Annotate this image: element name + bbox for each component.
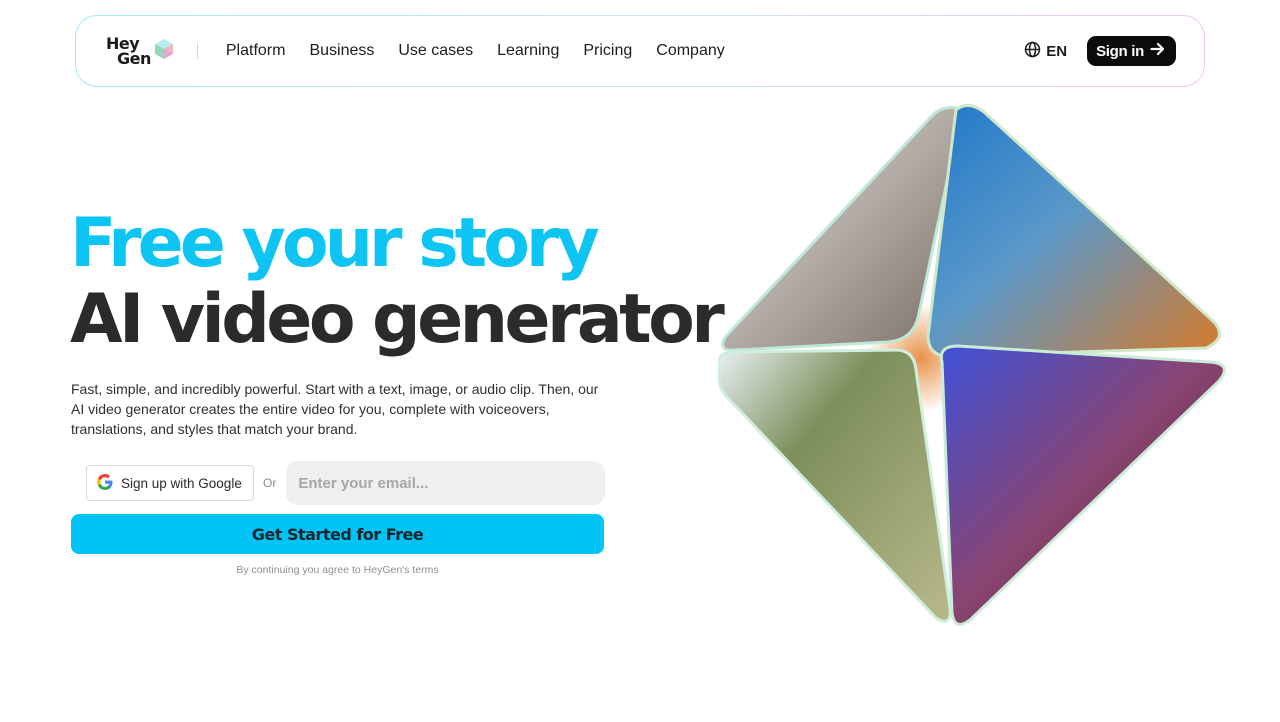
- nav-divider: [196, 43, 198, 59]
- hero-title-main: AI video generator: [70, 280, 725, 359]
- nav-link-company[interactable]: Company: [656, 42, 724, 60]
- hero-title: Free your story AI video generator: [70, 204, 725, 359]
- logo-text-line2: Gen: [117, 49, 151, 68]
- arrow-right-icon: [1150, 42, 1165, 60]
- globe-icon: [1024, 41, 1041, 62]
- header-nav-container: Hey Gen Platform Business Use cases Lear…: [75, 15, 1205, 87]
- hero-title-accent: Free your story: [70, 204, 600, 283]
- nav-link-business[interactable]: Business: [309, 42, 374, 60]
- email-input[interactable]: [286, 461, 606, 505]
- google-signup-button[interactable]: Sign up with Google: [86, 465, 254, 501]
- get-started-button[interactable]: Get Started for Free: [71, 514, 604, 554]
- language-selector[interactable]: EN: [1024, 41, 1067, 62]
- header-nav: Hey Gen Platform Business Use cases Lear…: [76, 16, 1204, 86]
- nav-link-use-cases[interactable]: Use cases: [398, 42, 473, 60]
- collage-panel-man-plaid: [939, 344, 1226, 626]
- signin-button[interactable]: Sign in: [1087, 36, 1176, 66]
- language-label: EN: [1046, 42, 1068, 60]
- signin-label: Sign in: [1096, 42, 1144, 60]
- collage-panel-man-headphones: [926, 104, 1221, 358]
- nav-right: EN Sign in: [1024, 36, 1176, 66]
- google-g-icon: [97, 473, 113, 493]
- hero-video-collage: [706, 100, 1236, 630]
- google-signup-label: Sign up with Google: [121, 475, 242, 491]
- or-separator: Or: [263, 476, 277, 490]
- logo-wordmark: Hey Gen: [106, 36, 151, 68]
- collage-panel-landscape: [717, 348, 952, 623]
- nav-link-pricing[interactable]: Pricing: [583, 42, 632, 60]
- heygen-cube-logo-icon: [153, 38, 175, 65]
- nav-link-platform[interactable]: Platform: [226, 42, 286, 60]
- logo[interactable]: Hey Gen: [106, 36, 175, 68]
- nav-link-learning[interactable]: Learning: [497, 42, 559, 60]
- terms-text[interactable]: By continuing you agree to HeyGen's term…: [71, 564, 604, 576]
- nav-links: Platform Business Use cases Learning Pri…: [226, 42, 725, 60]
- signup-row: Sign up with Google Or: [86, 461, 606, 505]
- hero-description: Fast, simple, and incredibly powerful. S…: [71, 381, 599, 437]
